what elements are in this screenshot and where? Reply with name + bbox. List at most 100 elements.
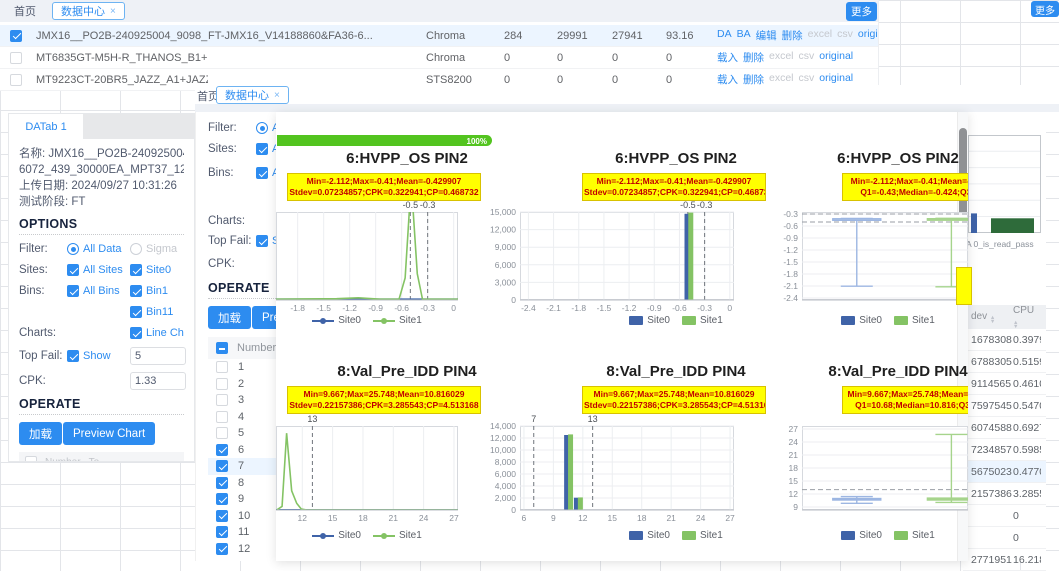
table-row[interactable]: 21573863.2855 <box>963 483 1046 505</box>
stdev-column-header[interactable]: dev ▲▼ <box>963 311 1013 324</box>
legend-item[interactable]: Site0 <box>312 315 361 326</box>
stats-table-header: dev ▲▼ CPU ▲▼ <box>963 305 1046 329</box>
checkbox-show[interactable] <box>256 235 268 247</box>
row-checkbox[interactable] <box>216 427 228 439</box>
cpk-input[interactable] <box>130 372 186 390</box>
table-row[interactable]: MT6835GT-M5H-R_THANOS_B1+QMG1...Chroma00… <box>0 47 878 69</box>
row-checkbox[interactable] <box>216 460 228 472</box>
action-link[interactable]: 删除 <box>782 28 803 43</box>
table-row[interactable]: 91145650.4610 <box>963 373 1046 395</box>
action-link[interactable]: excel <box>808 28 833 43</box>
action-link[interactable]: csv <box>799 50 815 65</box>
checkbox-all-sites[interactable] <box>67 264 79 276</box>
svg-text:10,000: 10,000 <box>490 445 516 455</box>
action-link[interactable]: BA <box>737 28 751 43</box>
table-row[interactable]: 75975450.5470 <box>963 395 1046 417</box>
legend-item[interactable]: Site1 <box>894 315 935 326</box>
checkbox-line-chart[interactable] <box>130 327 142 339</box>
table-row[interactable]: 72348570.5985 <box>963 439 1046 461</box>
row-checkbox[interactable] <box>216 411 228 423</box>
tab-dat ab-1[interactable]: DATab 1 <box>9 114 83 139</box>
svg-text:18: 18 <box>637 513 647 523</box>
legend-item[interactable]: Site0 <box>841 530 882 541</box>
table-row[interactable]: 16783080.3979 <box>963 329 1046 351</box>
legend-line-icon <box>312 317 334 325</box>
action-link[interactable]: original <box>819 50 853 65</box>
action-link[interactable]: 载入 <box>717 50 738 65</box>
table-row[interactable]: 56750230.4770 <box>963 461 1046 483</box>
checkbox-show[interactable] <box>67 350 79 362</box>
checkbox-site0[interactable] <box>130 264 142 276</box>
checkbox-all-bins[interactable] <box>256 167 268 179</box>
radio-all-data[interactable] <box>256 122 268 134</box>
table-row[interactable]: 67883050.5159 <box>963 351 1046 373</box>
table-row[interactable]: 60745880.6927 <box>963 417 1046 439</box>
action-link[interactable]: 删除 <box>743 50 764 65</box>
action-link[interactable]: csv <box>837 28 853 43</box>
svg-text:-2.4: -2.4 <box>521 303 536 313</box>
more-button[interactable]: 更多 <box>846 2 877 21</box>
radio-all-data[interactable] <box>67 243 79 255</box>
legend-item[interactable]: Site0 <box>629 315 670 326</box>
bar-chart-x-label: A 0_is_read_pass <box>966 239 1034 249</box>
legend-item[interactable]: Site0 <box>629 530 670 541</box>
load-button[interactable]: 加载 <box>19 422 62 445</box>
stdev-value: 2771951 <box>963 554 1013 566</box>
number-column-header[interactable]: Number <box>237 342 276 354</box>
action-link[interactable]: DA <box>717 28 732 43</box>
row-checkbox[interactable] <box>216 361 228 373</box>
row-checkbox[interactable] <box>216 394 228 406</box>
header-checkbox[interactable] <box>216 342 228 354</box>
legend-item[interactable]: Site1 <box>373 315 422 326</box>
table-row[interactable]: JMX16__PO2B-240925004_9098_FT_20...FT-JM… <box>0 25 878 47</box>
cell-n1: 0 <box>504 74 557 86</box>
preview-chart-button[interactable]: Preview Chart <box>63 422 155 445</box>
sort-icon[interactable]: ▲▼ <box>1013 321 1018 329</box>
legend-line-icon <box>312 532 334 540</box>
load-button[interactable]: 加载 <box>208 306 251 329</box>
close-icon[interactable]: × <box>274 90 280 101</box>
row-checkbox[interactable] <box>10 30 22 42</box>
legend-item[interactable]: Site1 <box>682 530 723 541</box>
row-checkbox[interactable] <box>216 444 228 456</box>
cpu-column-header[interactable]: CPU ▲▼ <box>1013 305 1041 329</box>
tab-data-center[interactable]: 数据中心 × <box>52 2 125 20</box>
chart-plot: 9121518212427 <box>772 413 968 524</box>
checkbox-all-sites[interactable] <box>256 143 268 155</box>
name-field-line2: 6072_439_30000EA_MPT37_12#_d... <box>19 162 184 178</box>
more-button[interactable]: 更多 <box>1031 1 1059 17</box>
row-checkbox[interactable] <box>216 493 228 505</box>
legend-item[interactable]: Site0 <box>841 315 882 326</box>
checkbox-all-bins[interactable] <box>67 285 79 297</box>
row-checkbox[interactable] <box>216 378 228 390</box>
tab-data-center[interactable]: 数据中心 × <box>216 86 289 104</box>
sort-icon[interactable]: ▲▼ <box>990 316 995 324</box>
radio-sigma[interactable] <box>130 243 142 255</box>
number-table-header: Number To... <box>19 452 184 462</box>
row-checkbox[interactable] <box>216 543 228 555</box>
checkbox-bin1[interactable] <box>130 285 142 297</box>
table-row[interactable]: 0 <box>963 505 1046 527</box>
header-checkbox[interactable] <box>25 456 37 462</box>
tab-home[interactable]: 首页 <box>6 3 44 19</box>
top-fail-label: Top Fail: <box>208 235 256 247</box>
action-link[interactable]: excel <box>769 50 794 65</box>
legend-item[interactable]: Site1 <box>373 530 422 541</box>
checkbox-bin11[interactable] <box>130 306 142 318</box>
action-link[interactable]: 编辑 <box>756 28 777 43</box>
legend-item[interactable]: Site1 <box>682 315 723 326</box>
chart-title: 6:HVPP_OS PIN2 <box>803 150 968 167</box>
filter-label: Filter: <box>19 243 67 255</box>
row-checkbox[interactable] <box>10 52 22 64</box>
row-checkbox[interactable] <box>216 526 228 538</box>
table-row[interactable]: 277195116.218 <box>963 549 1046 571</box>
row-checkbox[interactable] <box>10 74 22 86</box>
legend-item[interactable]: Site0 <box>312 530 361 541</box>
action-link[interactable]: original <box>858 28 878 43</box>
legend-item[interactable]: Site1 <box>894 530 935 541</box>
row-checkbox[interactable] <box>216 510 228 522</box>
close-icon[interactable]: × <box>110 6 116 17</box>
row-checkbox[interactable] <box>216 477 228 489</box>
table-row[interactable]: 0 <box>963 527 1046 549</box>
top-fail-input[interactable] <box>130 347 186 365</box>
